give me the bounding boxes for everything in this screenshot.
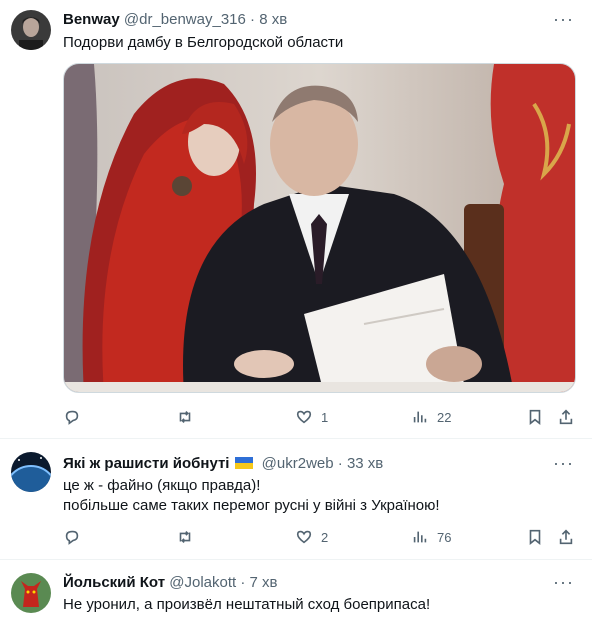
views-button[interactable]: 22 bbox=[411, 407, 451, 427]
reply-button[interactable] bbox=[63, 407, 89, 427]
views-count: 76 bbox=[437, 529, 452, 545]
tweet-header: Які ж рашисти йобнуті @ukr2web · 33 хв bbox=[63, 454, 383, 474]
separator: · bbox=[245, 11, 260, 28]
like-icon bbox=[296, 410, 312, 424]
tweet-text: Подорви дамбу в Белгородской области bbox=[63, 34, 344, 51]
avatar[interactable] bbox=[11, 10, 51, 50]
tweet-actions: 2 76 bbox=[63, 527, 576, 547]
author-name[interactable]: Benway bbox=[63, 11, 120, 28]
tweet-1[interactable]: Benway @dr_benway_316 · 8 хв ··· Подорви… bbox=[0, 0, 592, 439]
views-count: 22 bbox=[437, 409, 452, 425]
avatar-image bbox=[11, 452, 51, 492]
tweet-3[interactable]: Йольский Кот @Jolakott · 7 хв ··· Не уро… bbox=[0, 560, 592, 625]
share-icon bbox=[559, 529, 573, 545]
timestamp[interactable]: 8 хв bbox=[259, 11, 287, 28]
separator: · bbox=[236, 574, 250, 591]
author-handle[interactable]: @ukr2web bbox=[262, 455, 334, 472]
reply-icon bbox=[65, 530, 79, 545]
tweet-header: Benway @dr_benway_316 · 8 хв bbox=[63, 10, 287, 30]
reply-button[interactable] bbox=[63, 527, 89, 547]
author-handle[interactable]: @Jolakott bbox=[169, 574, 236, 591]
bookmark-button[interactable] bbox=[526, 407, 544, 427]
tweet-image[interactable] bbox=[63, 63, 576, 393]
avatar[interactable] bbox=[11, 452, 51, 492]
author-name[interactable]: Йольский Кот bbox=[63, 574, 165, 591]
tweet-text: Не уронил, а произвёл нештатный сход бое… bbox=[63, 596, 431, 613]
tweet-header: Йольский Кот @Jolakott · 7 хв bbox=[63, 573, 278, 593]
like-button[interactable]: 2 bbox=[295, 527, 328, 547]
views-button[interactable]: 76 bbox=[411, 527, 451, 547]
bookmark-icon bbox=[529, 529, 541, 545]
more-icon[interactable]: ··· bbox=[553, 573, 574, 591]
tweet-2[interactable]: Які ж рашисти йобнуті @ukr2web · 33 хв ·… bbox=[0, 439, 592, 560]
like-count: 1 bbox=[321, 409, 329, 425]
tweet-text-line: це ж - файно (якщо правда)! bbox=[63, 477, 261, 494]
tweet-text-line: побільше саме таких перемог русні у війн… bbox=[63, 497, 440, 514]
more-icon[interactable]: ··· bbox=[553, 454, 574, 472]
more-icon[interactable]: ··· bbox=[553, 10, 574, 28]
timestamp[interactable]: 33 хв bbox=[347, 455, 383, 472]
avatar-image bbox=[11, 10, 51, 50]
share-icon bbox=[559, 409, 573, 425]
tweet-actions: 1 22 bbox=[63, 407, 576, 427]
bookmark-icon bbox=[529, 409, 541, 425]
timestamp[interactable]: 7 хв bbox=[250, 574, 278, 591]
avatar[interactable] bbox=[11, 573, 51, 613]
retweet-button[interactable] bbox=[176, 407, 202, 427]
like-button[interactable]: 1 bbox=[295, 407, 328, 427]
bookmark-button[interactable] bbox=[526, 527, 544, 547]
author-handle[interactable]: @dr_benway_316 bbox=[124, 11, 246, 28]
like-count: 2 bbox=[321, 529, 329, 545]
like-icon bbox=[296, 530, 312, 544]
reply-icon bbox=[65, 410, 79, 425]
photo bbox=[64, 64, 575, 392]
share-button[interactable] bbox=[557, 407, 575, 427]
retweet-button[interactable] bbox=[176, 527, 202, 547]
flag-ukraine-icon bbox=[235, 457, 254, 469]
share-button[interactable] bbox=[557, 527, 575, 547]
views-icon bbox=[413, 531, 427, 543]
views-icon bbox=[413, 411, 427, 423]
author-name[interactable]: Які ж рашисти йобнуті bbox=[63, 455, 229, 472]
separator: · bbox=[333, 455, 347, 472]
retweet-icon bbox=[179, 531, 191, 543]
retweet-icon bbox=[179, 411, 191, 423]
avatar-image bbox=[11, 573, 51, 613]
